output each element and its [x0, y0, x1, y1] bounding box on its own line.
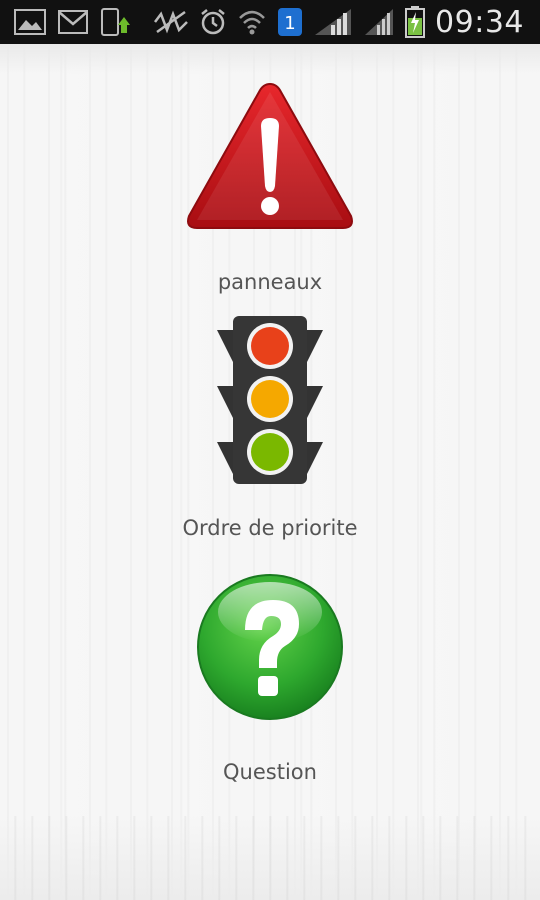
alarm-icon — [199, 8, 227, 36]
signal-icon-2 — [363, 7, 395, 37]
question-icon[interactable] — [195, 572, 345, 726]
top-shadow — [0, 44, 540, 74]
wifi-icon — [237, 8, 267, 36]
notification-badge-icon: 1 — [277, 7, 303, 37]
menu-label-panneaux: panneaux — [217, 270, 323, 294]
gmail-icon — [58, 10, 88, 34]
status-bar: 1 09:34 — [0, 0, 540, 44]
menu-item-panneaux[interactable]: panneaux — [0, 78, 540, 294]
download-icon — [100, 7, 132, 37]
battery-icon — [405, 6, 426, 38]
image-icon — [14, 9, 46, 35]
traffic-light-icon[interactable] — [215, 314, 325, 490]
menu-item-question[interactable]: Question — [0, 572, 540, 784]
warning-sign-icon[interactable] — [183, 78, 357, 238]
status-time: 09:34 — [435, 4, 524, 40]
main-content: panneaux Ordre de priorite Question — [0, 44, 540, 900]
notification-badge: 1 — [284, 13, 295, 34]
mute-icon — [153, 10, 189, 34]
signal-icon — [313, 7, 353, 37]
menu-item-ordre-de-priorite[interactable]: Ordre de priorite — [0, 314, 540, 540]
bottom-wood-band — [0, 816, 540, 900]
menu-label-ordre-de-priorite: Ordre de priorite — [182, 516, 358, 540]
menu-label-question: Question — [223, 760, 317, 784]
